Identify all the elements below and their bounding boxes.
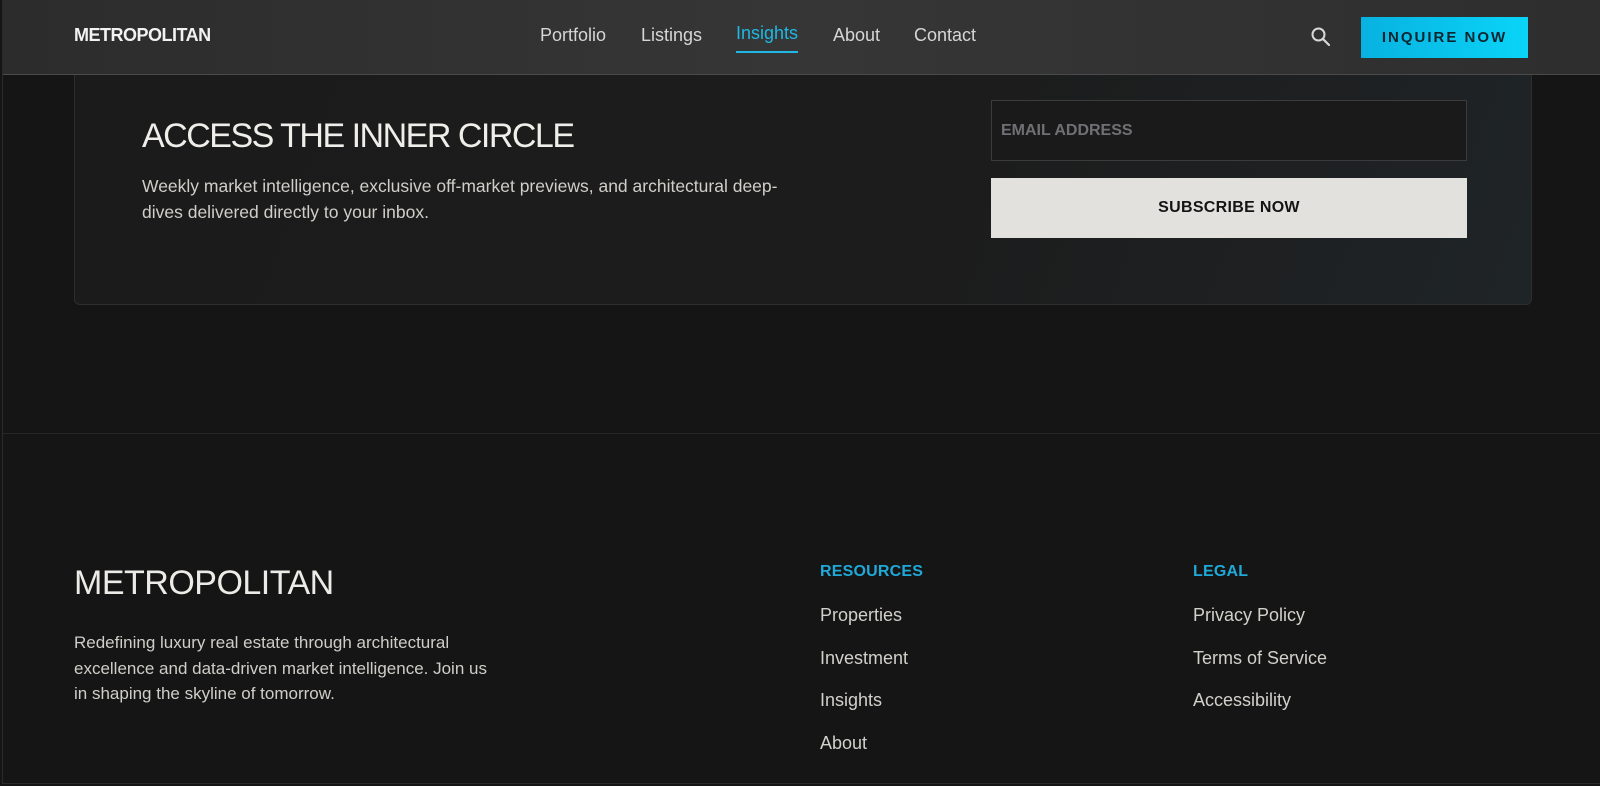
footer-link-terms-of-service[interactable]: Terms of Service xyxy=(1193,648,1327,691)
newsletter-card: ACCESS THE INNER CIRCLE Weekly market in… xyxy=(74,60,1532,305)
page: METROPOLITAN Portfolio Listings Insights… xyxy=(2,0,1600,784)
footer-link-accessibility[interactable]: Accessibility xyxy=(1193,690,1327,733)
footer-link-properties[interactable]: Properties xyxy=(820,605,923,648)
search-icon[interactable] xyxy=(1309,25,1333,49)
footer-link-investment[interactable]: Investment xyxy=(820,648,923,691)
newsletter-title: ACCESS THE INNER CIRCLE xyxy=(142,117,575,155)
footer-description: Redefining luxury real estate through ar… xyxy=(74,633,487,703)
nav-insights-label: Insights xyxy=(736,23,799,43)
nav-listings[interactable]: Listings xyxy=(641,25,702,46)
search-icon-graphic xyxy=(1311,27,1331,47)
email-field[interactable] xyxy=(991,100,1467,161)
newsletter-description: Weekly market intelligence, exclusive of… xyxy=(142,176,778,222)
nav-about[interactable]: About xyxy=(833,25,880,46)
top-navbar: METROPOLITAN Portfolio Listings Insights… xyxy=(3,0,1600,75)
footer-logo: METROPOLITAN xyxy=(74,564,334,602)
subscribe-button[interactable]: SUBSCRIBE NOW xyxy=(991,178,1467,238)
footer-link-insights[interactable]: Insights xyxy=(820,690,923,733)
inquire-now-button[interactable]: INQUIRE NOW xyxy=(1361,17,1528,58)
footer-link-about[interactable]: About xyxy=(820,733,923,776)
nav-portfolio[interactable]: Portfolio xyxy=(540,25,606,46)
footer-column-resources: RESOURCES Properties Investment Insights… xyxy=(820,563,923,775)
footer-column-title: LEGAL xyxy=(1193,563,1249,580)
footer-column-title: RESOURCES xyxy=(820,563,924,580)
active-nav-underline xyxy=(736,51,799,53)
nav-insights[interactable]: Insights xyxy=(736,23,799,53)
section-divider xyxy=(3,433,1600,434)
footer-link-privacy-policy[interactable]: Privacy Policy xyxy=(1193,605,1327,648)
nav-contact[interactable]: Contact xyxy=(914,25,976,46)
footer-column-legal: LEGAL Privacy Policy Terms of Service Ac… xyxy=(1193,563,1327,733)
